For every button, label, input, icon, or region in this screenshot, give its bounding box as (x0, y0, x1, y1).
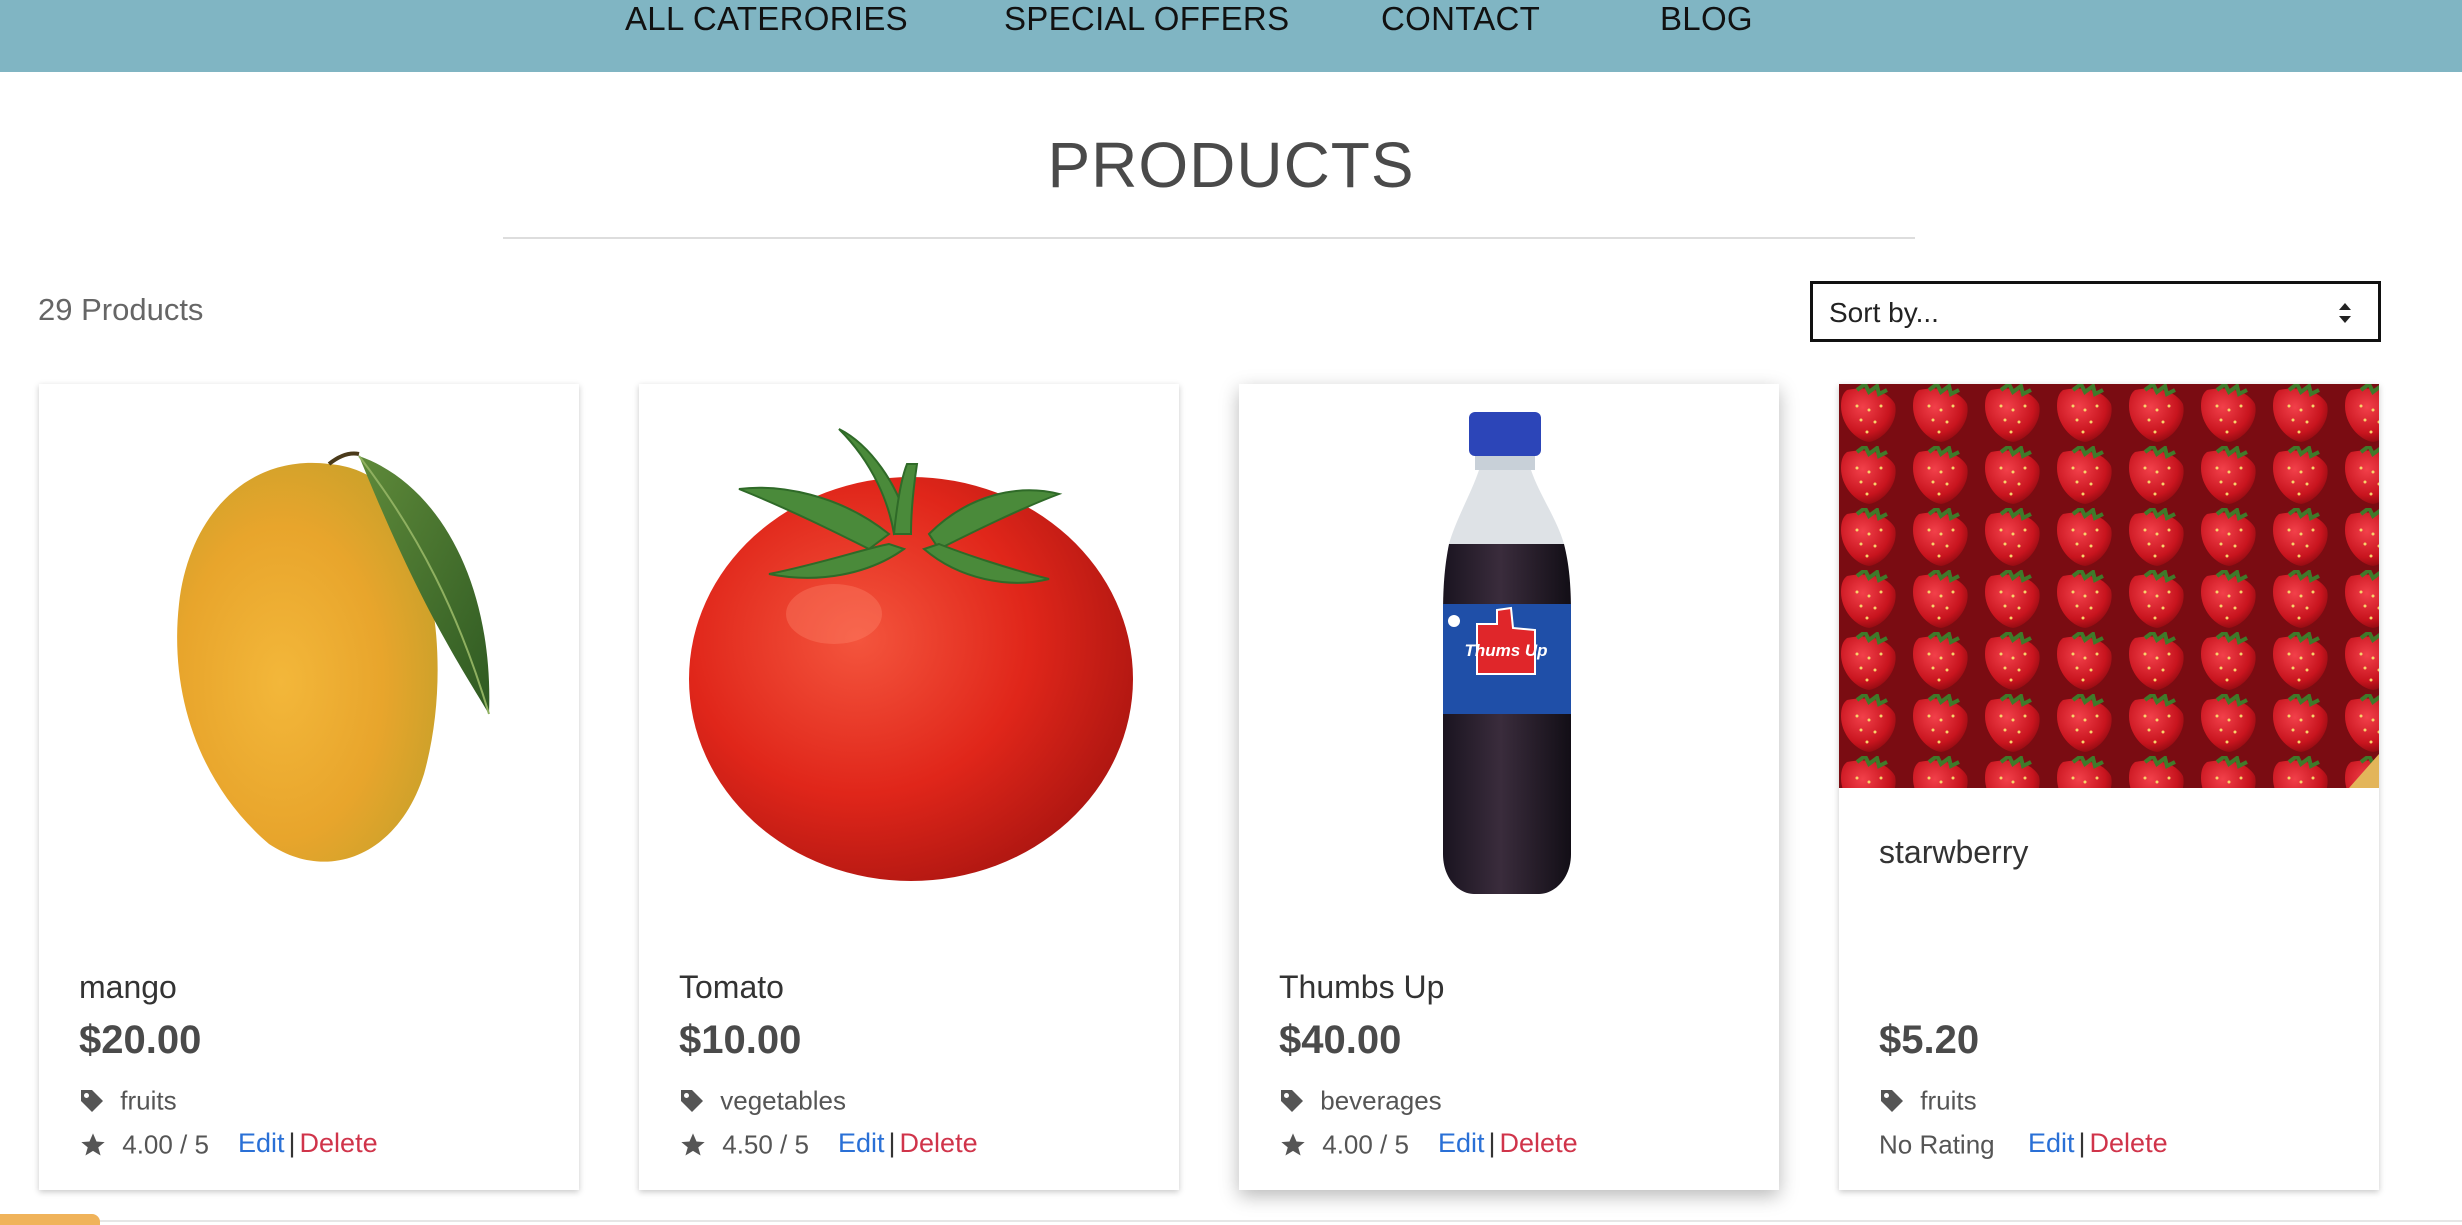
product-price: $5.20 (1879, 1018, 1980, 1062)
product-actions: Edit | Delete (2028, 1128, 2168, 1159)
action-separator: | (288, 1128, 296, 1158)
product-name[interactable]: Thumbs Up (1279, 969, 1444, 1006)
delete-link[interactable]: Delete (900, 1128, 978, 1158)
sort-arrows-icon (2339, 303, 2351, 323)
product-category[interactable]: beverages (1279, 1084, 1442, 1117)
product-name[interactable]: mango (79, 969, 177, 1006)
product-card[interactable]: starwberry $5.20 fruits No Rating Edit | D… (1839, 384, 2379, 1190)
product-price: $20.00 (79, 1018, 202, 1062)
nav-all-categories[interactable]: ALL CATERORIES (625, 0, 908, 37)
product-name[interactable]: Tomato (679, 969, 784, 1006)
product-actions: Edit | Delete (838, 1128, 978, 1159)
product-name[interactable]: starwberry (1879, 834, 2028, 871)
product-price: $10.00 (679, 1018, 802, 1062)
edit-link[interactable]: Edit (2028, 1128, 2075, 1158)
star-icon (681, 1133, 705, 1156)
product-category[interactable]: fruits (79, 1084, 177, 1117)
rating-value: 4.00 / 5 (122, 1129, 209, 1160)
rating-value: 4.50 / 5 (722, 1129, 809, 1160)
product-actions: Edit | Delete (238, 1128, 378, 1159)
product-category[interactable]: fruits (1879, 1084, 1977, 1117)
tag-icon (81, 1090, 103, 1113)
tag-icon (1281, 1090, 1303, 1113)
delete-link[interactable]: Delete (1500, 1128, 1578, 1158)
product-image[interactable] (1839, 384, 2379, 788)
star-icon (81, 1133, 105, 1156)
delete-link[interactable]: Delete (2090, 1128, 2168, 1158)
product-actions: Edit | Delete (1438, 1128, 1578, 1159)
delete-link[interactable]: Delete (300, 1128, 378, 1158)
scroll-indicator (0, 1214, 100, 1225)
action-separator: | (1488, 1128, 1496, 1158)
product-price: $40.00 (1279, 1018, 1402, 1062)
page-title: PRODUCTS (1047, 129, 1415, 201)
sort-selected-value: Sort by... (1829, 297, 1939, 328)
category-label: fruits (120, 1085, 177, 1116)
category-label: fruits (1920, 1085, 1977, 1116)
thumbs-up-bottle-image: Thums Up (1443, 412, 1571, 894)
product-rating: 4.50 / 5 (679, 1128, 809, 1161)
product-card[interactable]: Tomato $10.00 vegetables 4.50 / 5 Edit | D… (639, 384, 1179, 1190)
bottle-label-text: Thums Up (1464, 641, 1547, 660)
product-rating: 4.00 / 5 (79, 1128, 209, 1161)
mango-image (177, 451, 490, 862)
tag-icon (1881, 1090, 1903, 1113)
edit-link[interactable]: Edit (238, 1128, 285, 1158)
product-count: 29 Products (38, 292, 204, 327)
title-divider (503, 237, 1915, 239)
category-label: beverages (1320, 1085, 1442, 1116)
action-separator: | (888, 1128, 896, 1158)
nav-contact[interactable]: CONTACT (1381, 0, 1540, 37)
footer-divider (0, 1220, 2462, 1222)
tag-icon (681, 1090, 703, 1113)
product-image[interactable] (639, 384, 1179, 914)
sort-select[interactable]: Sort by... (1810, 281, 2381, 342)
action-separator: | (2078, 1128, 2086, 1158)
product-card[interactable]: mango $20.00 fruits 4.00 / 5 Edit | Delete (39, 384, 579, 1190)
tomato-image (689, 428, 1133, 881)
rating-value: 4.00 / 5 (1322, 1129, 1409, 1160)
product-image[interactable]: Thums Up (1239, 384, 1779, 914)
edit-link[interactable]: Edit (838, 1128, 885, 1158)
product-image[interactable] (39, 384, 579, 914)
product-category[interactable]: vegetables (679, 1084, 846, 1117)
nav-special-offers[interactable]: SPECIAL OFFERS (1004, 0, 1289, 37)
strawberry-image (1839, 384, 2379, 788)
product-rating: 4.00 / 5 (1279, 1128, 1409, 1161)
edit-link[interactable]: Edit (1438, 1128, 1485, 1158)
rating-value: No Rating (1879, 1129, 1995, 1160)
star-icon (1281, 1133, 1305, 1156)
product-card[interactable]: Thums Up Thumbs Up $40.00 beverages 4.00… (1239, 384, 1779, 1190)
top-navigation-bar: ALL CATERORIES SPECIAL OFFERS CONTACT BL… (0, 0, 2462, 72)
nav-blog[interactable]: BLOG (1660, 0, 1753, 37)
product-rating: No Rating (1879, 1128, 1995, 1161)
category-label: vegetables (720, 1085, 846, 1116)
